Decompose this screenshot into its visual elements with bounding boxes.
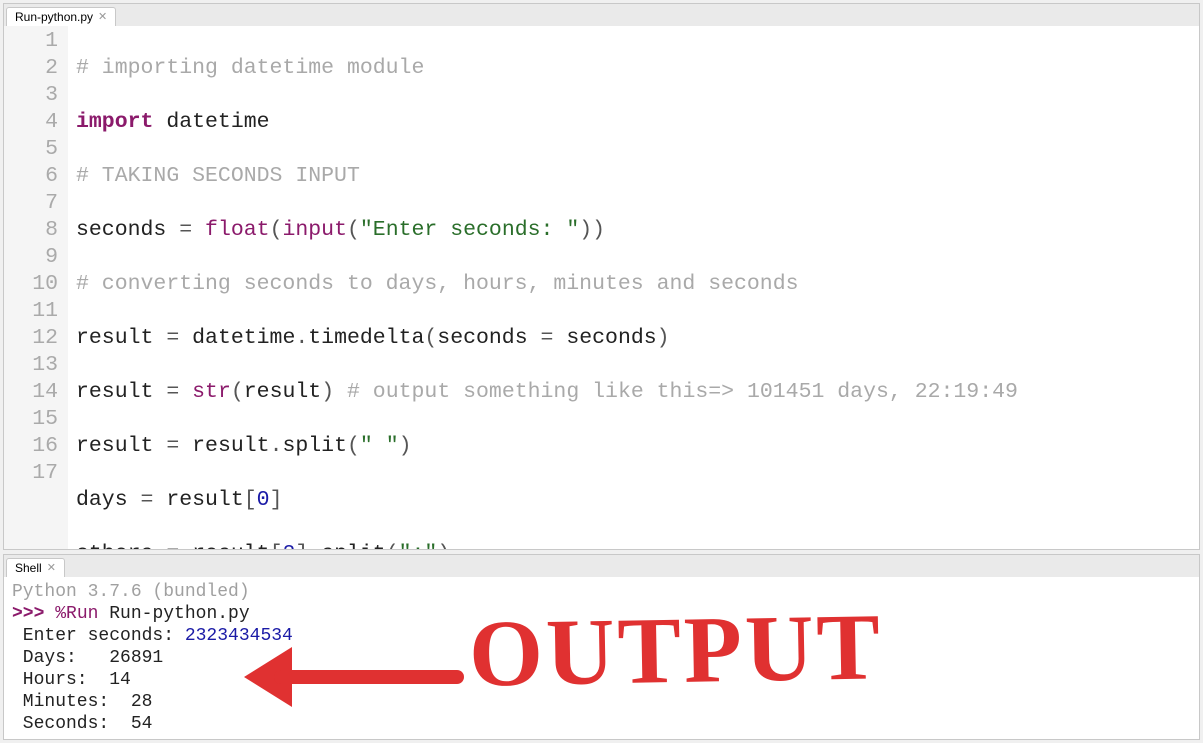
line-number: 6 bbox=[12, 163, 58, 190]
editor-tab[interactable]: Run-python.py ✕ bbox=[6, 7, 116, 26]
line-number: 1 bbox=[12, 28, 58, 55]
editor-tab-label: Run-python.py bbox=[15, 10, 93, 24]
code-line: result = datetime.timedelta(seconds = se… bbox=[76, 325, 1199, 352]
line-number: 17 bbox=[12, 460, 58, 487]
code-body[interactable]: # importing datetime module import datet… bbox=[68, 26, 1199, 549]
line-number: 10 bbox=[12, 271, 58, 298]
line-number: 8 bbox=[12, 217, 58, 244]
code-line: # importing datetime module bbox=[76, 55, 1199, 82]
close-icon[interactable]: ✕ bbox=[98, 12, 107, 23]
shell-output-line: Days: 26891 bbox=[12, 648, 163, 668]
code-line: # TAKING SECONDS INPUT bbox=[76, 163, 1199, 190]
shell-input-value: 2323434534 bbox=[185, 626, 293, 646]
shell-output-line: Hours: 14 bbox=[12, 670, 131, 690]
line-number: 13 bbox=[12, 352, 58, 379]
line-number: 2 bbox=[12, 55, 58, 82]
shell-output-line: Minutes: 28 bbox=[12, 692, 152, 712]
code-line: # converting seconds to days, hours, min… bbox=[76, 271, 1199, 298]
line-number: 15 bbox=[12, 406, 58, 433]
code-line: result = result.split(" ") bbox=[76, 433, 1199, 460]
code-line: result = str(result) # output something … bbox=[76, 379, 1199, 406]
shell-run-file: Run-python.py bbox=[109, 604, 249, 624]
shell-run-magic: %Run bbox=[55, 604, 109, 624]
shell-output-line: Seconds: 54 bbox=[12, 714, 152, 734]
line-number-gutter: 1 2 3 4 5 6 7 8 9 10 11 12 13 14 15 16 1… bbox=[4, 26, 68, 549]
shell-tab-label: Shell bbox=[15, 561, 42, 575]
line-number: 11 bbox=[12, 298, 58, 325]
shell-prompt: >>> bbox=[12, 604, 55, 624]
code-line: days = result[0] bbox=[76, 487, 1199, 514]
editor-panel: Run-python.py ✕ 1 2 3 4 5 6 7 8 9 10 11 … bbox=[3, 3, 1200, 550]
shell-input-label: Enter seconds: bbox=[12, 626, 185, 646]
line-number: 5 bbox=[12, 136, 58, 163]
line-number: 14 bbox=[12, 379, 58, 406]
line-number: 12 bbox=[12, 325, 58, 352]
code-line: seconds = float(input("Enter seconds: ")… bbox=[76, 217, 1199, 244]
shell-tab-bar: Shell ✕ bbox=[4, 555, 1199, 577]
line-number: 4 bbox=[12, 109, 58, 136]
line-number: 3 bbox=[12, 82, 58, 109]
code-line: import datetime bbox=[76, 109, 1199, 136]
line-number: 16 bbox=[12, 433, 58, 460]
shell-output[interactable]: Python 3.7.6 (bundled) >>> %Run Run-pyth… bbox=[4, 577, 1199, 739]
shell-tab[interactable]: Shell ✕ bbox=[6, 558, 65, 577]
line-number: 7 bbox=[12, 190, 58, 217]
code-line: others = result[2].split(":") bbox=[76, 541, 1199, 549]
shell-banner: Python 3.7.6 (bundled) bbox=[12, 582, 250, 602]
line-number: 9 bbox=[12, 244, 58, 271]
editor-tab-bar: Run-python.py ✕ bbox=[4, 4, 1199, 26]
shell-panel: Shell ✕ Python 3.7.6 (bundled) >>> %Run … bbox=[3, 554, 1200, 740]
close-icon[interactable]: ✕ bbox=[47, 563, 56, 574]
code-editor[interactable]: 1 2 3 4 5 6 7 8 9 10 11 12 13 14 15 16 1… bbox=[4, 26, 1199, 549]
